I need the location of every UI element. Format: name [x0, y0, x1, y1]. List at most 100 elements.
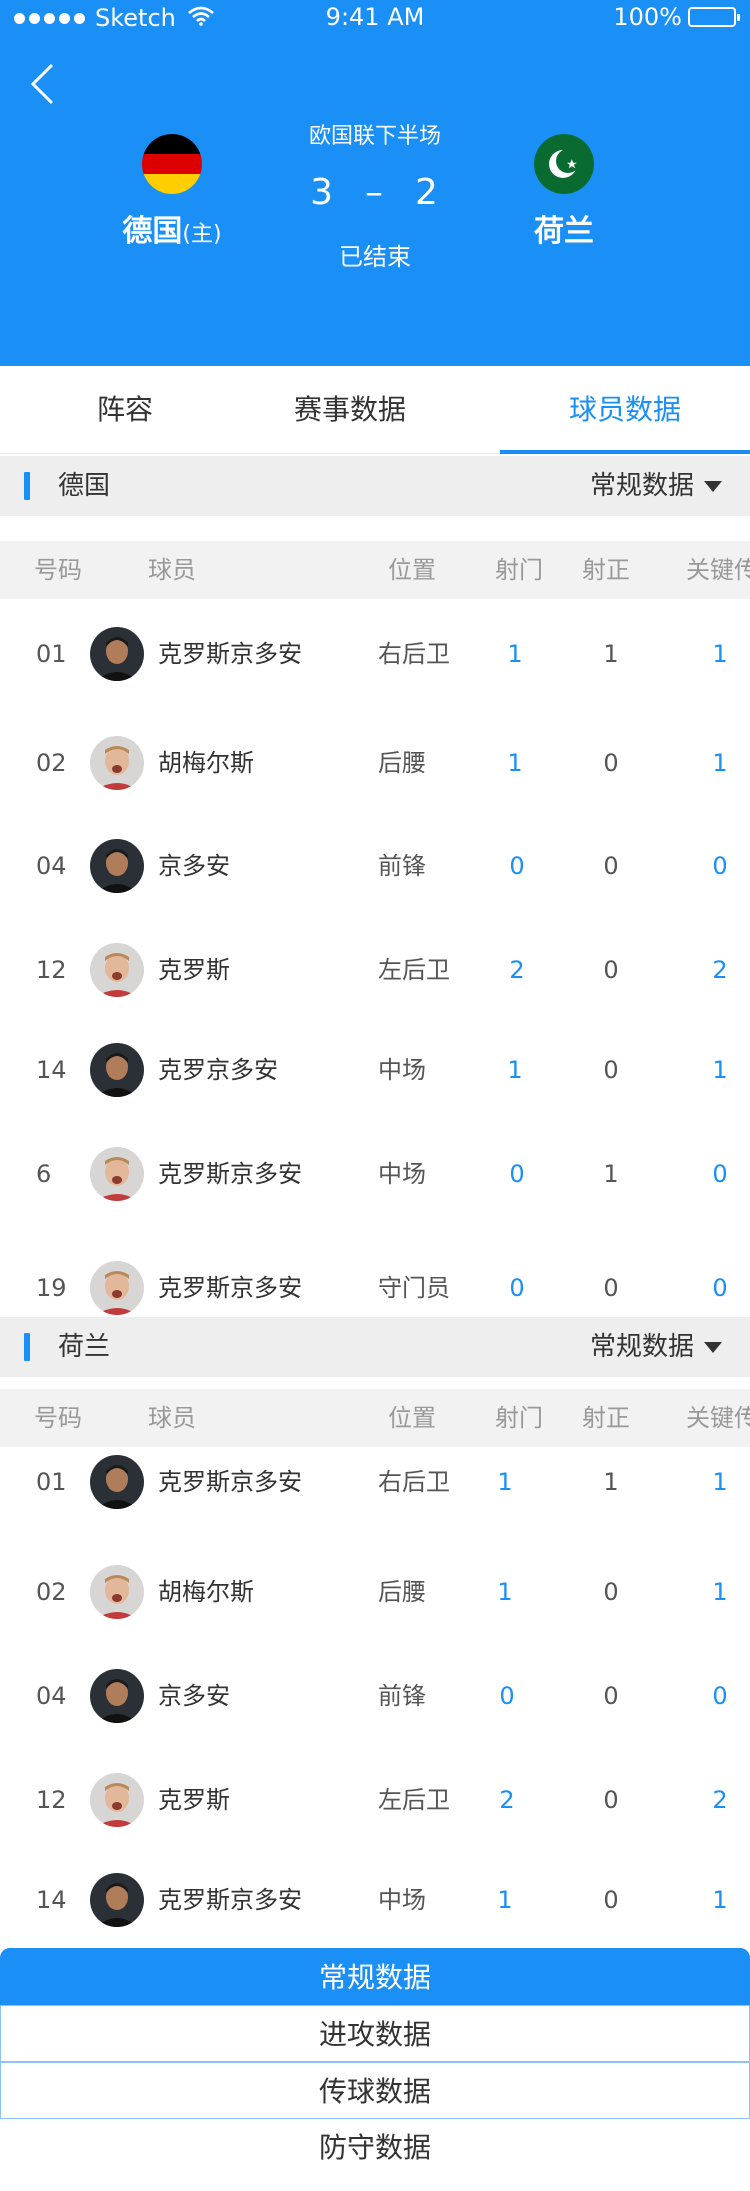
menu-option-passing[interactable]: 传球数据	[0, 2062, 750, 2119]
table-row[interactable]: 02 胡梅尔斯 后腰 1 0 1	[0, 733, 750, 793]
table-header-away: 号码 球员 位置 射门 射正 关键传	[0, 1389, 750, 1447]
player-number: 02	[36, 1578, 67, 1606]
player-number: 19	[36, 1274, 67, 1302]
player-key-passes: 1	[712, 1056, 728, 1084]
player-avatar	[90, 1773, 144, 1827]
battery-icon	[688, 7, 740, 27]
player-position: 守门员	[378, 1274, 450, 1302]
triangle-down-icon	[704, 1341, 722, 1353]
player-on-target: 0	[603, 749, 619, 777]
player-number: 04	[36, 1682, 67, 1710]
player-number: 14	[36, 1056, 67, 1084]
player-avatar	[90, 1261, 144, 1315]
scoreline: 3 – 2	[250, 172, 500, 213]
tab-lineup[interactable]: 阵容	[0, 366, 250, 454]
player-shots: 0	[499, 1682, 515, 1710]
player-avatar	[90, 1669, 144, 1723]
player-name: 克罗斯京多安	[158, 1886, 302, 1914]
table-row[interactable]: 01 克罗斯京多安 右后卫 1 1 1	[0, 624, 750, 684]
player-number: 12	[36, 956, 67, 984]
table-row[interactable]: 12 克罗斯 左后卫 2 0 2	[0, 1770, 750, 1830]
player-shots: 1	[507, 1056, 523, 1084]
player-on-target: 1	[603, 1160, 619, 1188]
away-team-name: 荷兰	[534, 214, 594, 249]
col-shots: 射门	[495, 556, 543, 584]
player-number: 14	[36, 1886, 67, 1914]
table-row[interactable]: 04 京多安 前锋 0 0 0	[0, 836, 750, 896]
player-position: 右后卫	[378, 1468, 450, 1496]
tab-player-stats[interactable]: 球员数据	[500, 366, 750, 454]
col-number: 号码	[34, 556, 82, 584]
table-row[interactable]: 14 克罗斯京多安 中场 1 0 1	[0, 1870, 750, 1930]
col-number: 号码	[34, 1404, 82, 1432]
player-avatar	[90, 1565, 144, 1619]
table-row[interactable]: 02 胡梅尔斯 后腰 1 0 1	[0, 1562, 750, 1622]
player-name: 克罗斯	[158, 1786, 230, 1814]
player-shots: 0	[509, 1274, 525, 1302]
away-team[interactable]: 荷兰	[464, 134, 664, 250]
player-shots: 1	[497, 1468, 513, 1496]
match-info: 欧国联下半场 3 – 2 已结束	[250, 118, 500, 272]
player-key-passes: 1	[712, 1886, 728, 1914]
player-name: 克罗斯	[158, 956, 230, 984]
stats-mode-dropdown[interactable]: 常规数据	[590, 1317, 722, 1377]
menu-option-regular[interactable]: 常规数据	[0, 1948, 750, 2005]
player-number: 01	[36, 640, 67, 668]
col-player: 球员	[148, 556, 196, 584]
player-on-target: 1	[603, 1468, 619, 1496]
player-key-passes: 1	[712, 749, 728, 777]
player-avatar	[90, 1455, 144, 1509]
col-key-passes: 关键传	[686, 556, 750, 584]
player-name: 京多安	[158, 1682, 230, 1710]
tab-match-stats[interactable]: 赛事数据	[225, 366, 475, 454]
player-key-passes: 1	[712, 1578, 728, 1606]
player-key-passes: 0	[712, 1274, 728, 1302]
table-row[interactable]: 04 京多安 前锋 0 0 0	[0, 1666, 750, 1726]
player-key-passes: 1	[712, 640, 728, 668]
player-shots: 0	[509, 1160, 525, 1188]
player-position: 左后卫	[378, 956, 450, 984]
player-shots: 2	[499, 1786, 515, 1814]
table-row[interactable]: 14 克罗京多安 中场 1 0 1	[0, 1040, 750, 1100]
col-on-target: 射正	[582, 556, 630, 584]
back-button[interactable]	[28, 62, 58, 106]
battery-indicator: 100%	[613, 3, 740, 31]
player-position: 中场	[378, 1160, 426, 1188]
player-name: 克罗斯京多安	[158, 640, 302, 668]
section-header-home: 德国 常规数据	[0, 456, 750, 516]
player-key-passes: 0	[712, 852, 728, 880]
crescent-flag-icon	[534, 134, 594, 194]
section-accent-bar	[24, 472, 30, 500]
player-on-target: 0	[603, 1056, 619, 1084]
player-on-target: 0	[603, 852, 619, 880]
table-row[interactable]: 01 克罗斯京多安 右后卫 1 1 1	[0, 1452, 750, 1512]
player-avatar	[90, 627, 144, 681]
stats-mode-label: 常规数据	[589, 1332, 694, 1362]
stats-mode-label: 常规数据	[589, 471, 694, 501]
home-score: 3	[310, 172, 335, 213]
menu-option-defense[interactable]: 防守数据	[0, 2119, 750, 2176]
table-row[interactable]: 19 克罗斯京多安 守门员 0 0 0	[0, 1258, 750, 1318]
stats-mode-dropdown[interactable]: 常规数据	[590, 456, 722, 516]
player-on-target: 0	[603, 1274, 619, 1302]
away-score: 2	[415, 172, 440, 213]
section-team-name: 德国	[58, 471, 111, 501]
table-row[interactable]: 6 克罗斯京多安 中场 0 1 0	[0, 1144, 750, 1204]
player-number: 01	[36, 1468, 67, 1496]
home-tag: (主)	[182, 222, 222, 247]
menu-option-attack[interactable]: 进攻数据	[0, 2005, 750, 2062]
section-header-away: 荷兰 常规数据	[0, 1317, 750, 1377]
section-accent-bar	[24, 1333, 30, 1361]
match-header: Sketch 9:41 AM 100% 德国(主) 欧国联下半场 3 – 2 已…	[0, 0, 750, 366]
player-avatar	[90, 1043, 144, 1097]
table-row[interactable]: 12 克罗斯 左后卫 2 0 2	[0, 940, 750, 1000]
home-team[interactable]: 德国(主)	[72, 134, 272, 250]
player-position: 后腰	[378, 1578, 426, 1606]
player-shots: 1	[507, 749, 523, 777]
tab-bar: 阵容 赛事数据 球员数据	[0, 366, 750, 454]
player-name: 京多安	[158, 852, 230, 880]
player-shots: 1	[497, 1886, 513, 1914]
player-name: 克罗斯京多安	[158, 1468, 302, 1496]
player-on-target: 1	[603, 640, 619, 668]
player-on-target: 0	[603, 1786, 619, 1814]
